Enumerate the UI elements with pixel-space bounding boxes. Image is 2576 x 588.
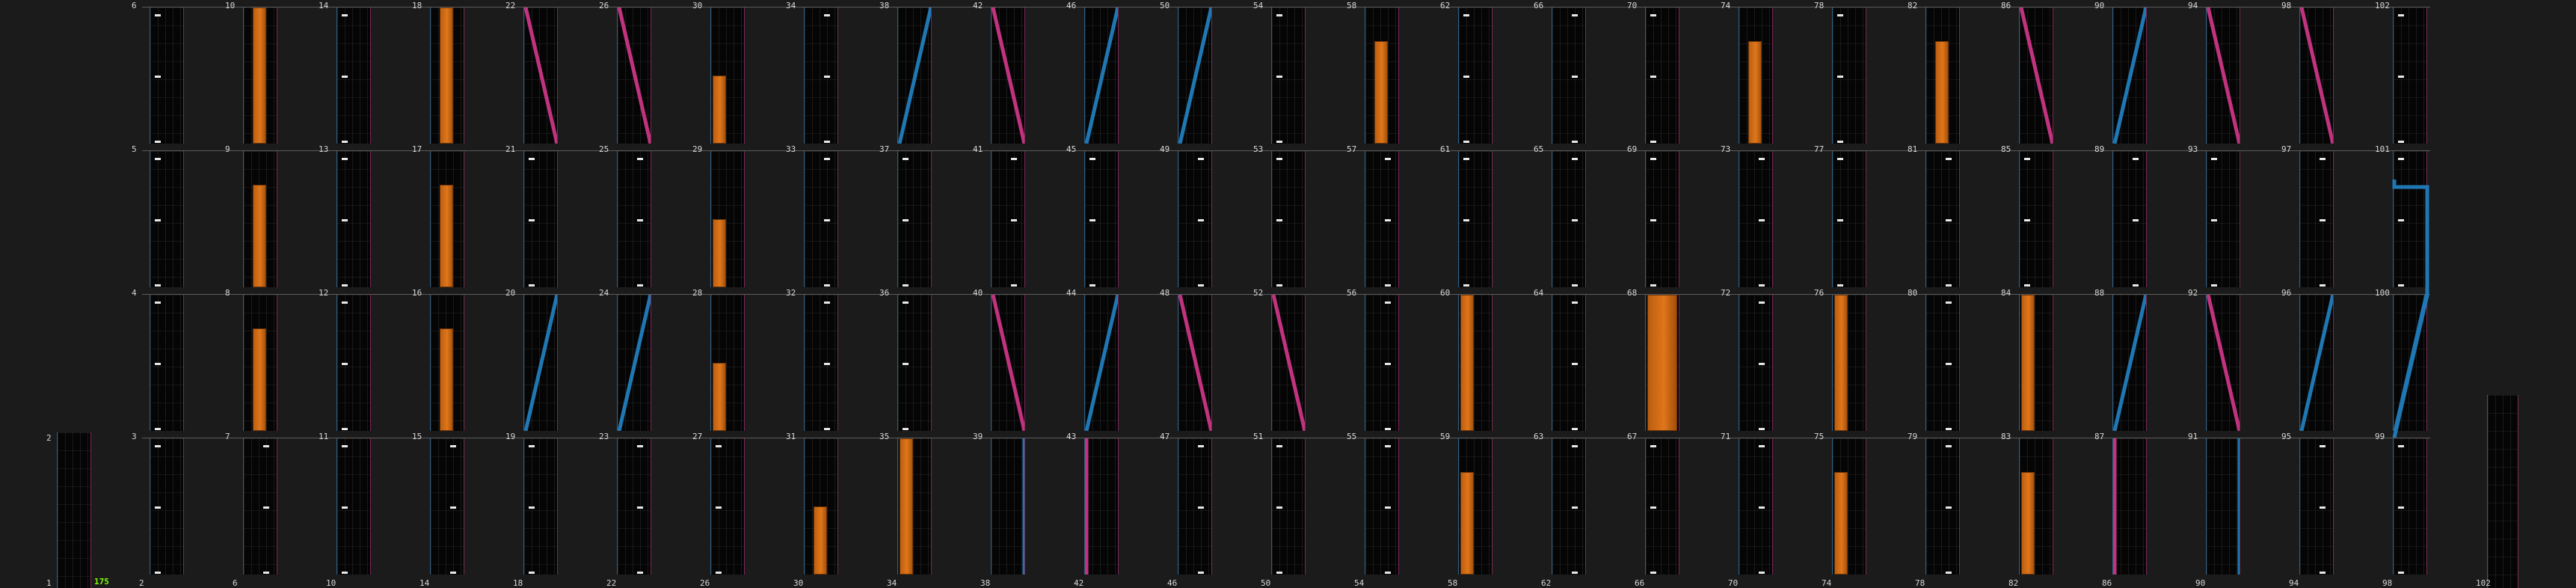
monitor-grid-canvas: 175 6 10 14 18 22 26 30 34 38 42 46 50 54 58 62 66 70 74 7… [0, 0, 2576, 588]
step-line-svg [2392, 180, 2429, 438]
step-line [2392, 180, 2429, 438]
